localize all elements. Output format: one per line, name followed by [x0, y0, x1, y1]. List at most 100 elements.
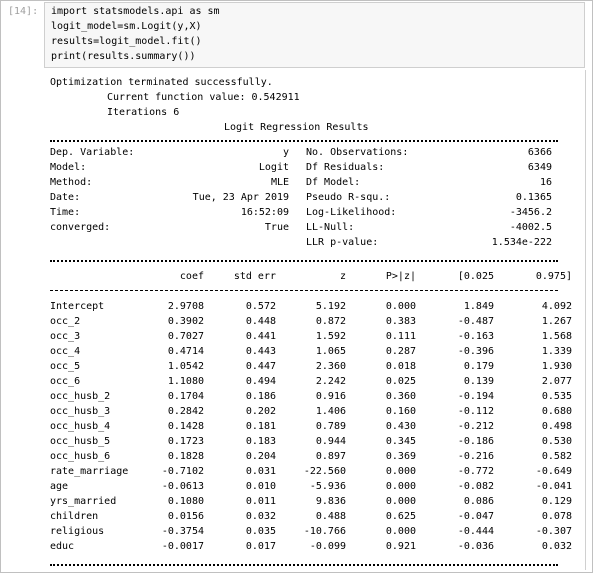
row-value: 1.065	[315, 346, 346, 357]
info-value: Logit	[258, 162, 289, 173]
row-name: occ_4	[50, 346, 81, 357]
row-value: 0.448	[245, 316, 276, 327]
row-name: rate_marriage	[50, 466, 129, 477]
row-value: 0.488	[315, 511, 346, 522]
info-label: LL-Null:	[306, 222, 355, 233]
optimization-message: Optimization terminated successfully.	[50, 77, 273, 88]
row-value: 0.032	[541, 541, 572, 552]
code-line: print(results.summary())	[51, 51, 196, 62]
row-name: occ_3	[50, 331, 81, 342]
code-line: logit_model=sm.Logit(y,X)	[51, 21, 202, 32]
row-value: -10.766	[303, 526, 346, 537]
row-value: -0.649	[535, 466, 572, 477]
row-value: 0.535	[541, 391, 572, 402]
row-value: -0.112	[457, 406, 494, 417]
row-name: yrs_married	[50, 496, 117, 507]
info-value: 6366	[527, 147, 552, 158]
row-value: 0.017	[245, 541, 276, 552]
row-value: -0.099	[309, 541, 346, 552]
row-value: 1.0542	[167, 361, 204, 372]
column-header: P>|z|	[385, 271, 416, 282]
double-rule	[50, 260, 558, 262]
row-value: -0.396	[457, 346, 494, 357]
row-name: Intercept	[50, 301, 105, 312]
row-value: -0.082	[457, 481, 494, 492]
row-value: 0.186	[245, 391, 276, 402]
row-name: educ	[50, 541, 75, 552]
row-name: occ_6	[50, 376, 81, 387]
info-label: Method:	[50, 177, 93, 188]
info-value: 16	[539, 177, 552, 188]
row-value: 1.568	[541, 331, 572, 342]
row-value: 0.441	[245, 331, 276, 342]
info-value: 6349	[527, 162, 552, 173]
row-value: 0.111	[385, 331, 416, 342]
row-value: 0.000	[385, 496, 416, 507]
row-value: 0.011	[245, 496, 276, 507]
row-value: 0.3902	[167, 316, 204, 327]
column-header: z	[339, 271, 346, 282]
code-input-area[interactable]: import statsmodels.api as sm logit_model…	[44, 2, 585, 68]
row-value: -0.194	[457, 391, 494, 402]
row-value: 0.944	[315, 436, 346, 447]
row-name: occ_5	[50, 361, 81, 372]
row-value: 0.369	[385, 451, 416, 462]
row-value: -0.444	[457, 526, 494, 537]
row-name: religious	[50, 526, 105, 537]
row-value: 0.1428	[167, 421, 204, 432]
info-value: True	[264, 222, 289, 233]
row-value: 0.010	[245, 481, 276, 492]
row-name: occ_husb_3	[50, 406, 111, 417]
row-value: 1.1080	[167, 376, 204, 387]
row-value: 0.129	[541, 496, 572, 507]
info-label: No. Observations:	[306, 147, 409, 158]
info-value: 0.1365	[515, 192, 552, 203]
row-value: 0.160	[385, 406, 416, 417]
row-value: 1.267	[541, 316, 572, 327]
column-header: coef	[179, 271, 204, 282]
row-value: 0.572	[245, 301, 276, 312]
dashed-rule	[50, 290, 558, 291]
row-value: 0.183	[245, 436, 276, 447]
info-label: Date:	[50, 192, 81, 203]
row-value: -0.212	[457, 421, 494, 432]
row-value: 0.035	[245, 526, 276, 537]
row-value: -0.047	[457, 511, 494, 522]
row-value: 1.592	[315, 331, 346, 342]
column-header: 0.975]	[535, 271, 572, 282]
info-value: y	[282, 147, 289, 158]
row-value: 0.032	[245, 511, 276, 522]
column-header: [0.025	[457, 271, 494, 282]
info-label: Log-Likelihood:	[306, 207, 397, 218]
row-value: 0.345	[385, 436, 416, 447]
info-value: 1.534e-222	[491, 237, 552, 248]
output-area[interactable]: Optimization terminated successfully. Cu…	[44, 70, 586, 570]
summary-title: Logit Regression Results	[224, 122, 369, 133]
row-value: 0.0156	[167, 511, 204, 522]
double-rule	[50, 564, 558, 566]
row-value: 0.430	[385, 421, 416, 432]
row-value: 0.7027	[167, 331, 204, 342]
row-value: -0.163	[457, 331, 494, 342]
cell-prompt: [14]:	[8, 6, 39, 17]
row-value: 0.078	[541, 511, 572, 522]
row-value: -5.936	[309, 481, 346, 492]
row-name: age	[50, 481, 69, 492]
row-value: 0.443	[245, 346, 276, 357]
row-value: 0.897	[315, 451, 346, 462]
row-value: 0.179	[463, 361, 494, 372]
row-value: 0.494	[245, 376, 276, 387]
row-value: 9.836	[315, 496, 346, 507]
row-value: 0.498	[541, 421, 572, 432]
row-value: 2.242	[315, 376, 346, 387]
row-value: -0.041	[535, 481, 572, 492]
row-value: -0.186	[457, 436, 494, 447]
info-label: Dep. Variable:	[50, 147, 135, 158]
code-line: results=logit_model.fit()	[51, 36, 202, 47]
output-scroll[interactable]: Optimization terminated successfully. Cu…	[44, 70, 585, 570]
row-value: 0.625	[385, 511, 416, 522]
row-value: 0.181	[245, 421, 276, 432]
row-name: occ_2	[50, 316, 81, 327]
info-value: Tue, 23 Apr 2019	[192, 192, 289, 203]
row-value: -0.0613	[161, 481, 204, 492]
